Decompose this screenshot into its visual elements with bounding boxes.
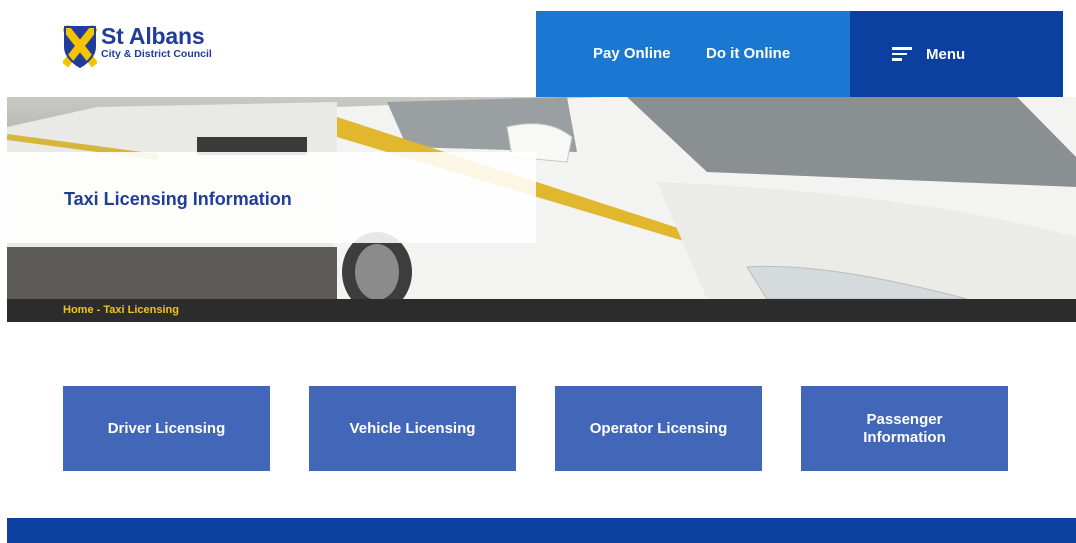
pay-online-link[interactable]: Pay Online xyxy=(593,45,671,62)
tile-label: Vehicle Licensing xyxy=(349,419,476,437)
menu-button[interactable]: Menu xyxy=(850,11,1063,97)
breadcrumb: Home - Taxi Licensing xyxy=(63,304,179,316)
tile-label: Driver Licensing xyxy=(107,419,226,437)
top-links-bar: Pay Online Do it Online xyxy=(536,11,850,97)
breadcrumb-separator: - xyxy=(93,304,104,316)
council-crest-icon xyxy=(63,25,97,69)
passenger-information-tile[interactable]: Passenger Information xyxy=(801,386,1008,471)
logo-subtitle: City & District Council xyxy=(101,48,212,60)
logo-title: St Albans xyxy=(101,23,205,49)
operator-licensing-tile[interactable]: Operator Licensing xyxy=(555,386,762,471)
driver-licensing-tile[interactable]: Driver Licensing xyxy=(63,386,270,471)
do-it-online-link[interactable]: Do it Online xyxy=(706,45,790,62)
breadcrumb-bar: Home - Taxi Licensing xyxy=(7,299,1076,322)
council-logo[interactable]: St Albans City & District Council xyxy=(63,25,212,69)
hero-title-panel: Taxi Licensing Information xyxy=(7,152,536,243)
page-title: Taxi Licensing Information xyxy=(64,189,292,209)
tile-label: Operator Licensing xyxy=(589,419,728,437)
menu-label: Menu xyxy=(926,46,966,63)
breadcrumb-current: Taxi Licensing xyxy=(103,304,179,316)
hero-banner: Taxi Licensing Information xyxy=(7,97,1076,299)
breadcrumb-home-link[interactable]: Home xyxy=(63,304,94,316)
tile-label: Passenger Information xyxy=(863,410,946,446)
hamburger-menu-icon xyxy=(892,47,912,61)
footer-band xyxy=(7,518,1076,543)
vehicle-licensing-tile[interactable]: Vehicle Licensing xyxy=(309,386,516,471)
